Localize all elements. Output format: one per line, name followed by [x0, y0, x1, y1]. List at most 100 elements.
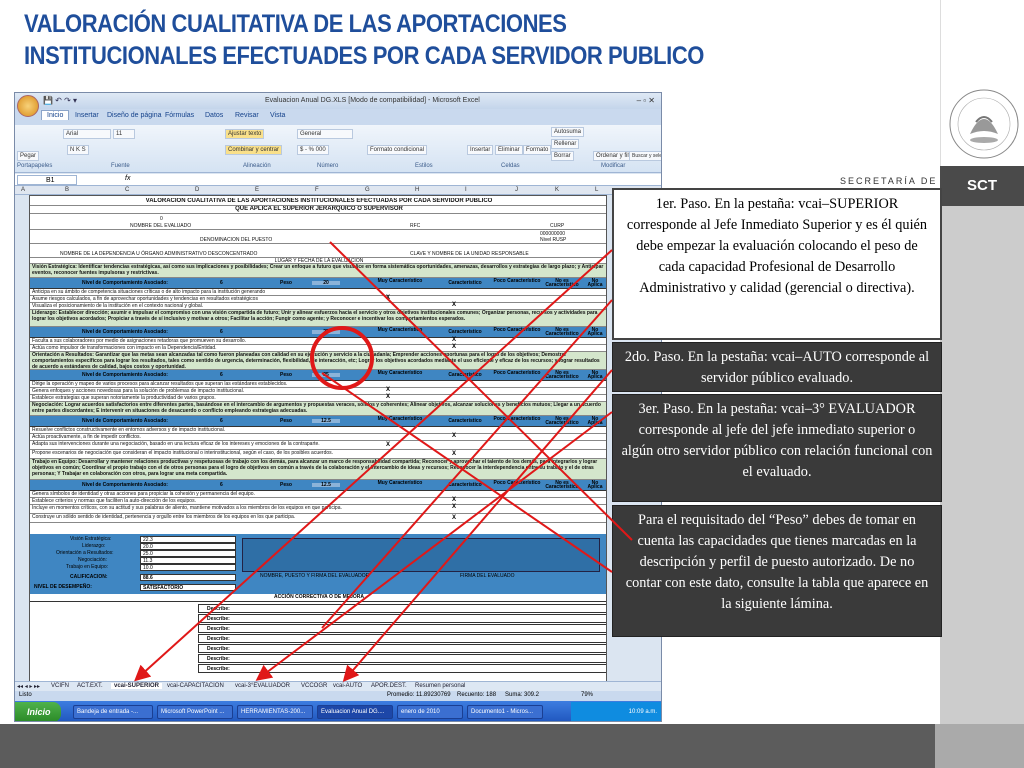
- sheet-tab-vcai-3-evaluador[interactable]: vcai-3°EVALUADOR: [235, 683, 290, 689]
- delete-button[interactable]: Eliminar: [495, 145, 523, 155]
- describe-row[interactable]: Describe:: [198, 634, 606, 643]
- col-d[interactable]: D: [195, 187, 199, 193]
- tab-datos[interactable]: Datos: [205, 112, 223, 119]
- number-buttons[interactable]: $ - % 000: [297, 145, 329, 155]
- tab-formulas[interactable]: Fórmulas: [165, 112, 194, 119]
- trabajo-item-3: Incluye en momentos críticos, con su act…: [30, 505, 606, 514]
- task-item-active[interactable]: Evaluacion Anual DG....: [317, 705, 393, 719]
- col-a[interactable]: A: [21, 187, 25, 193]
- clear-button[interactable]: Borrar: [551, 151, 574, 161]
- peso-value[interactable]: 12.5: [312, 419, 340, 424]
- wrap-text-button[interactable]: Ajustar texto: [225, 129, 265, 139]
- describe-row[interactable]: Describe:: [198, 624, 606, 633]
- font-name-select[interactable]: Arial: [63, 129, 111, 139]
- cond-format-button[interactable]: Formato condicional: [367, 145, 428, 155]
- peso-value[interactable]: 12.5: [312, 483, 340, 488]
- sheet-tab-apor-dest[interactable]: APOR.DEST.: [371, 683, 407, 689]
- poco-header: Poco Característico: [493, 416, 541, 422]
- format-button[interactable]: Formato: [523, 145, 552, 155]
- x-mark[interactable]: X: [386, 442, 390, 448]
- col-g[interactable]: G: [365, 187, 370, 193]
- sheet-tab-act-ext[interactable]: ACT.EXT.: [77, 683, 103, 689]
- col-c[interactable]: C: [125, 187, 129, 193]
- find-select-button[interactable]: Buscar y seleccionar: [629, 151, 661, 161]
- col-f[interactable]: F: [315, 187, 319, 193]
- system-tray-clock[interactable]: 10:09 a.m.: [571, 702, 661, 721]
- sheet-tab-vcai-capacitacion[interactable]: vcai-CAPACITACION: [167, 683, 224, 689]
- x-mark[interactable]: X: [452, 451, 456, 457]
- x-mark[interactable]: X: [452, 504, 456, 510]
- fx-icon[interactable]: fx: [125, 175, 130, 182]
- task-item[interactable]: HERRAMIENTAS-200...: [237, 705, 313, 719]
- name-box[interactable]: B1: [17, 175, 77, 185]
- noes-header: No es Característico: [545, 480, 579, 490]
- font-style-buttons[interactable]: N K S: [67, 145, 89, 155]
- describe-row[interactable]: Describe:: [198, 654, 606, 663]
- fill-button[interactable]: Rellenar: [551, 139, 580, 149]
- summary-trabajo-value: 10.0: [140, 564, 236, 571]
- x-mark[interactable]: X: [386, 295, 390, 301]
- describe-row[interactable]: Describe:: [198, 644, 606, 653]
- describe-row[interactable]: Describe:: [198, 614, 606, 623]
- autosum-button[interactable]: Autosuma: [551, 127, 585, 137]
- col-e[interactable]: E: [255, 187, 259, 193]
- paste-button[interactable]: Pegar: [17, 151, 40, 161]
- sheet-tab-vcifn[interactable]: VCIFN: [51, 683, 69, 689]
- summary-desempeno-label: NIVEL DE DESEMPEÑO:: [34, 584, 92, 590]
- col-k[interactable]: K: [555, 187, 559, 193]
- noaplica-header: No Aplica: [587, 327, 603, 337]
- zoom-level[interactable]: 79%: [581, 692, 593, 698]
- window-controls[interactable]: – ▫ ✕: [637, 93, 655, 109]
- merge-center-button[interactable]: Combinar y centrar: [225, 145, 283, 155]
- x-mark[interactable]: X: [452, 302, 456, 308]
- nivel-label: Nivel de Comportamiento Asociado:: [82, 280, 168, 286]
- col-b[interactable]: B: [65, 187, 69, 193]
- ministry-label: SECRETARÍA DE: [840, 176, 938, 186]
- tab-revisar[interactable]: Revisar: [235, 112, 259, 119]
- slide-title-line-1: VALORACIÓN CUALITATIVA DE LAS APORTACION…: [24, 10, 567, 38]
- insert-button[interactable]: Insertar: [467, 145, 494, 155]
- sheet-tab-vcai-superior[interactable]: vcai-SUPERIOR: [111, 683, 163, 689]
- col-i[interactable]: I: [465, 187, 467, 193]
- office-button[interactable]: [17, 95, 39, 117]
- col-j[interactable]: J: [515, 187, 518, 193]
- nivel-value: 6: [220, 418, 223, 424]
- task-item[interactable]: Bandeja de entrada -...: [73, 705, 153, 719]
- tab-vista[interactable]: Vista: [270, 112, 285, 119]
- sheet-tab-vcai-auto[interactable]: vcai-AUTO: [333, 683, 362, 689]
- x-mark[interactable]: X: [452, 344, 456, 350]
- tab-inicio[interactable]: Inicio: [41, 110, 70, 120]
- task-item[interactable]: Documento1 - Micros...: [467, 705, 543, 719]
- task-item[interactable]: Microsoft PowerPoint ...: [157, 705, 233, 719]
- col-h[interactable]: H: [415, 187, 419, 193]
- quick-access-toolbar[interactable]: 💾 ↶ ↷ ▾: [43, 96, 77, 105]
- col-l[interactable]: L: [595, 187, 598, 193]
- task-item[interactable]: enero de 2010: [397, 705, 463, 719]
- worksheet[interactable]: VALORACION CUALITATIVA DE LAS APORTACION…: [29, 195, 607, 707]
- describe-row[interactable]: Describe:: [198, 664, 606, 673]
- poco-header: Poco Característico: [493, 480, 541, 486]
- x-mark[interactable]: X: [452, 337, 456, 343]
- ribbon: Pegar Arial 11 N K S Ajustar texto Combi…: [15, 125, 661, 173]
- start-button[interactable]: Inicio: [15, 702, 61, 721]
- peso-value[interactable]: 20: [312, 281, 340, 286]
- tab-diseno[interactable]: Diseño de página: [107, 112, 162, 119]
- sheet-tab-resumen-personal[interactable]: Resumen personal: [415, 683, 465, 689]
- x-mark[interactable]: X: [386, 394, 390, 400]
- x-mark[interactable]: X: [452, 515, 456, 521]
- tab-insertar[interactable]: Insertar: [75, 112, 99, 119]
- peso-value[interactable]: 25: [312, 373, 340, 378]
- x-mark[interactable]: X: [452, 433, 456, 439]
- callout-step-1: 1er. Paso. En la pestaña: vcai–SUPERIOR …: [612, 188, 942, 340]
- group-label-cells: Celdas: [501, 163, 520, 169]
- sheet-tab-vccogr[interactable]: VCCOGR: [301, 683, 327, 689]
- right-gray-band: [940, 206, 1024, 768]
- x-mark[interactable]: X: [452, 497, 456, 503]
- sheet-nav-arrows[interactable]: ◂◂ ◂ ▸ ▸▸: [17, 683, 40, 690]
- describe-row[interactable]: Describe:: [198, 604, 606, 613]
- x-mark[interactable]: X: [386, 387, 390, 393]
- orientacion-item-1: Dirige la operación y mapeo de varios pr…: [30, 381, 606, 388]
- number-format-select[interactable]: General: [297, 129, 353, 139]
- font-size-select[interactable]: 11: [113, 129, 135, 139]
- peso-value-highlighted[interactable]: 25: [312, 330, 340, 335]
